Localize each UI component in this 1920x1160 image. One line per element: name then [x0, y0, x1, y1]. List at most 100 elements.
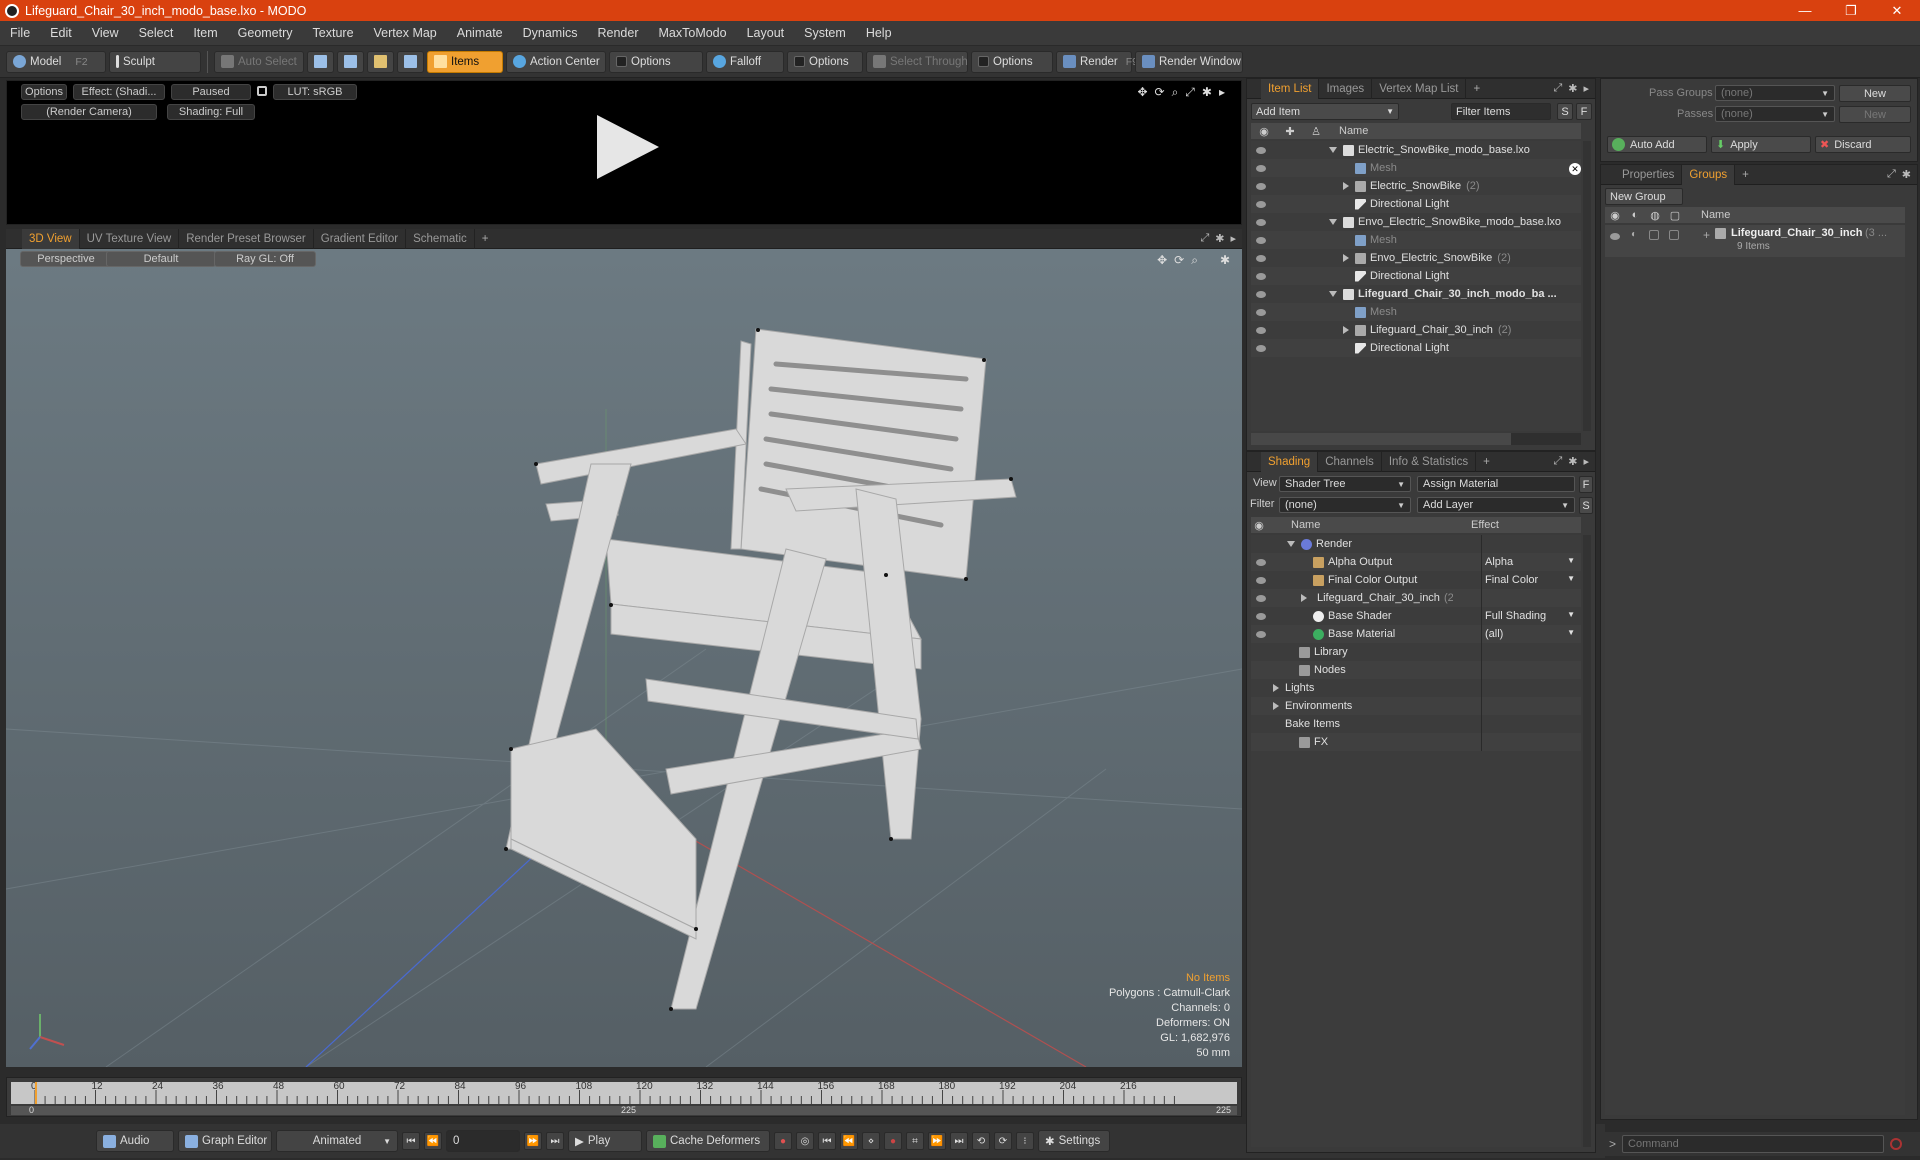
channel-icon-3[interactable]: ⁝: [1016, 1132, 1034, 1150]
item-list-row[interactable]: Envo_Electric_SnowBike (2): [1251, 249, 1581, 267]
model-mode-button[interactable]: Model F2: [6, 50, 106, 73]
filter-dropdown[interactable]: (none) ▼: [1279, 497, 1411, 513]
menu-system[interactable]: System: [794, 26, 856, 40]
eye-icon[interactable]: [1256, 255, 1266, 262]
menu-vertex-map[interactable]: Vertex Map: [364, 26, 447, 40]
prev-key-icon-2[interactable]: ⏪: [840, 1132, 858, 1150]
expand-arrow-icon[interactable]: [1301, 594, 1307, 602]
tab-groups[interactable]: Groups: [1682, 164, 1736, 185]
passes-dropdown[interactable]: (none) ▼: [1715, 106, 1835, 122]
eye-icon[interactable]: [1256, 237, 1266, 244]
shader-tree-row[interactable]: Final Color Output Final Color ▼: [1251, 571, 1581, 589]
eye-icon[interactable]: [1256, 345, 1266, 352]
lock-icon[interactable]: [257, 86, 267, 96]
go-to-end-icon[interactable]: ⏭: [546, 1132, 564, 1150]
render-window-button[interactable]: Render Window: [1135, 50, 1243, 73]
tab-shading[interactable]: Shading: [1261, 451, 1319, 472]
eye-icon[interactable]: [1256, 165, 1266, 172]
new-group-button[interactable]: New Group: [1605, 188, 1683, 205]
menu-dynamics[interactable]: Dynamics: [513, 26, 588, 40]
collapse-arrow-icon[interactable]: [1329, 147, 1337, 153]
shader-tree-row[interactable]: Library: [1251, 643, 1581, 661]
select-toggle-icon[interactable]: [1669, 230, 1679, 240]
effect-dropdown[interactable]: Alpha ▼: [1485, 556, 1575, 568]
restore-button[interactable]: ❐: [1828, 0, 1874, 21]
maximize-icon[interactable]: ⤢: [1887, 168, 1896, 181]
shading-f-button[interactable]: F: [1579, 476, 1593, 493]
minimize-button[interactable]: —: [1782, 0, 1828, 21]
action-center-button[interactable]: Action Center: [506, 50, 606, 73]
materials-mode-button[interactable]: [397, 50, 424, 73]
close-button[interactable]: ✕: [1874, 0, 1920, 21]
menu-file[interactable]: File: [0, 26, 40, 40]
assign-material-field[interactable]: Assign Material: [1417, 476, 1575, 492]
menu-item[interactable]: Item: [183, 26, 227, 40]
play-icon[interactable]: [597, 115, 659, 179]
shader-tree-row[interactable]: Alpha Output Alpha ▼: [1251, 553, 1581, 571]
apply-button[interactable]: ⬇ Apply: [1711, 136, 1811, 153]
select-through-button[interactable]: Select Through: [866, 50, 968, 73]
tab-gradient-editor[interactable]: Gradient Editor: [314, 228, 407, 249]
key-record-icon[interactable]: ●: [774, 1132, 792, 1150]
expand-arrow-icon[interactable]: [1273, 684, 1279, 692]
shading-s-button[interactable]: S: [1579, 497, 1593, 514]
preview-paused-button[interactable]: Paused: [171, 84, 251, 100]
pass-groups-dropdown[interactable]: (none) ▼: [1715, 85, 1835, 101]
preview-effect-dropdown[interactable]: Effect: (Shadi...: [73, 84, 165, 100]
eye-icon[interactable]: [1256, 577, 1266, 584]
menu-select[interactable]: Select: [129, 26, 184, 40]
item-list-row[interactable]: Electric_SnowBike_modo_base.lxo: [1251, 141, 1581, 159]
arrow-right-icon[interactable]: ▸: [1583, 82, 1589, 95]
item-list-row[interactable]: Directional Light: [1251, 339, 1581, 357]
falloff-button[interactable]: Falloff: [706, 50, 784, 73]
menu-edit[interactable]: Edit: [40, 26, 82, 40]
close-circle-icon[interactable]: ✕: [1569, 163, 1581, 175]
current-frame-field[interactable]: 0: [446, 1130, 520, 1152]
arrow-right-icon[interactable]: ▸: [1230, 232, 1236, 245]
tab-channels[interactable]: Channels: [1318, 451, 1382, 472]
keyframe-icon[interactable]: ⋄: [862, 1132, 880, 1150]
items-mode-button[interactable]: Items: [427, 50, 503, 73]
polygons-mode-button[interactable]: [367, 50, 394, 73]
vertices-mode-button[interactable]: [307, 50, 334, 73]
go-to-start-icon[interactable]: ⏮: [402, 1132, 420, 1150]
arrow-right-icon[interactable]: ▸: [1219, 85, 1225, 100]
lut-dropdown[interactable]: LUT: sRGB: [273, 84, 357, 100]
maximize-icon[interactable]: ⤢: [1553, 82, 1562, 95]
gear-icon[interactable]: ✱: [1568, 455, 1577, 468]
preview-options-button[interactable]: Options: [21, 84, 67, 100]
eye-icon[interactable]: [1256, 631, 1266, 638]
expand-arrow-icon[interactable]: [1343, 326, 1349, 334]
eye-icon[interactable]: [1256, 147, 1266, 154]
maximize-icon[interactable]: ⤢: [1200, 232, 1209, 245]
effect-dropdown[interactable]: Full Shading ▼: [1485, 610, 1575, 622]
discard-button[interactable]: ✖ Discard: [1815, 136, 1911, 153]
timeline-range-bar[interactable]: 0 225 225: [11, 1105, 1237, 1115]
maximize-icon[interactable]: ⤢: [1553, 455, 1562, 468]
eye-icon[interactable]: [1256, 183, 1266, 190]
horizontal-scrollbar[interactable]: [1251, 433, 1581, 445]
item-list-row[interactable]: Mesh: [1251, 159, 1581, 177]
add-tab-button[interactable]: +: [1735, 165, 1756, 185]
select-through-options-button[interactable]: Options: [971, 50, 1053, 73]
eye-icon[interactable]: [1256, 327, 1266, 334]
cache-deformers-button[interactable]: Cache Deformers: [646, 1130, 770, 1152]
tab-item-list[interactable]: Item List: [1261, 78, 1320, 99]
channel-icon[interactable]: ⟲: [972, 1132, 990, 1150]
collapse-arrow-icon[interactable]: [1329, 219, 1337, 225]
channel-icon-2[interactable]: ⟳: [994, 1132, 1012, 1150]
item-list-row[interactable]: Mesh: [1251, 303, 1581, 321]
group-row[interactable]: ◐ + Lifeguard_Chair_30_inch (3 ... 9 Ite…: [1605, 225, 1905, 257]
settings-button[interactable]: ✱ Settings: [1038, 1130, 1110, 1152]
expand-arrow-icon[interactable]: [1343, 182, 1349, 190]
menu-animate[interactable]: Animate: [447, 26, 513, 40]
sculpt-mode-button[interactable]: Sculpt: [109, 50, 201, 73]
menu-view[interactable]: View: [82, 26, 129, 40]
eye-icon[interactable]: [1256, 613, 1266, 620]
graph-editor-button[interactable]: Graph Editor: [178, 1130, 272, 1152]
play-button[interactable]: ▶ Play: [568, 1130, 642, 1152]
shader-tree-row[interactable]: Lights: [1251, 679, 1581, 697]
gear-icon[interactable]: ✱: [1902, 168, 1911, 181]
add-item-button[interactable]: Add Item ▼: [1251, 103, 1399, 120]
shader-tree-row[interactable]: Bake Items: [1251, 715, 1581, 733]
